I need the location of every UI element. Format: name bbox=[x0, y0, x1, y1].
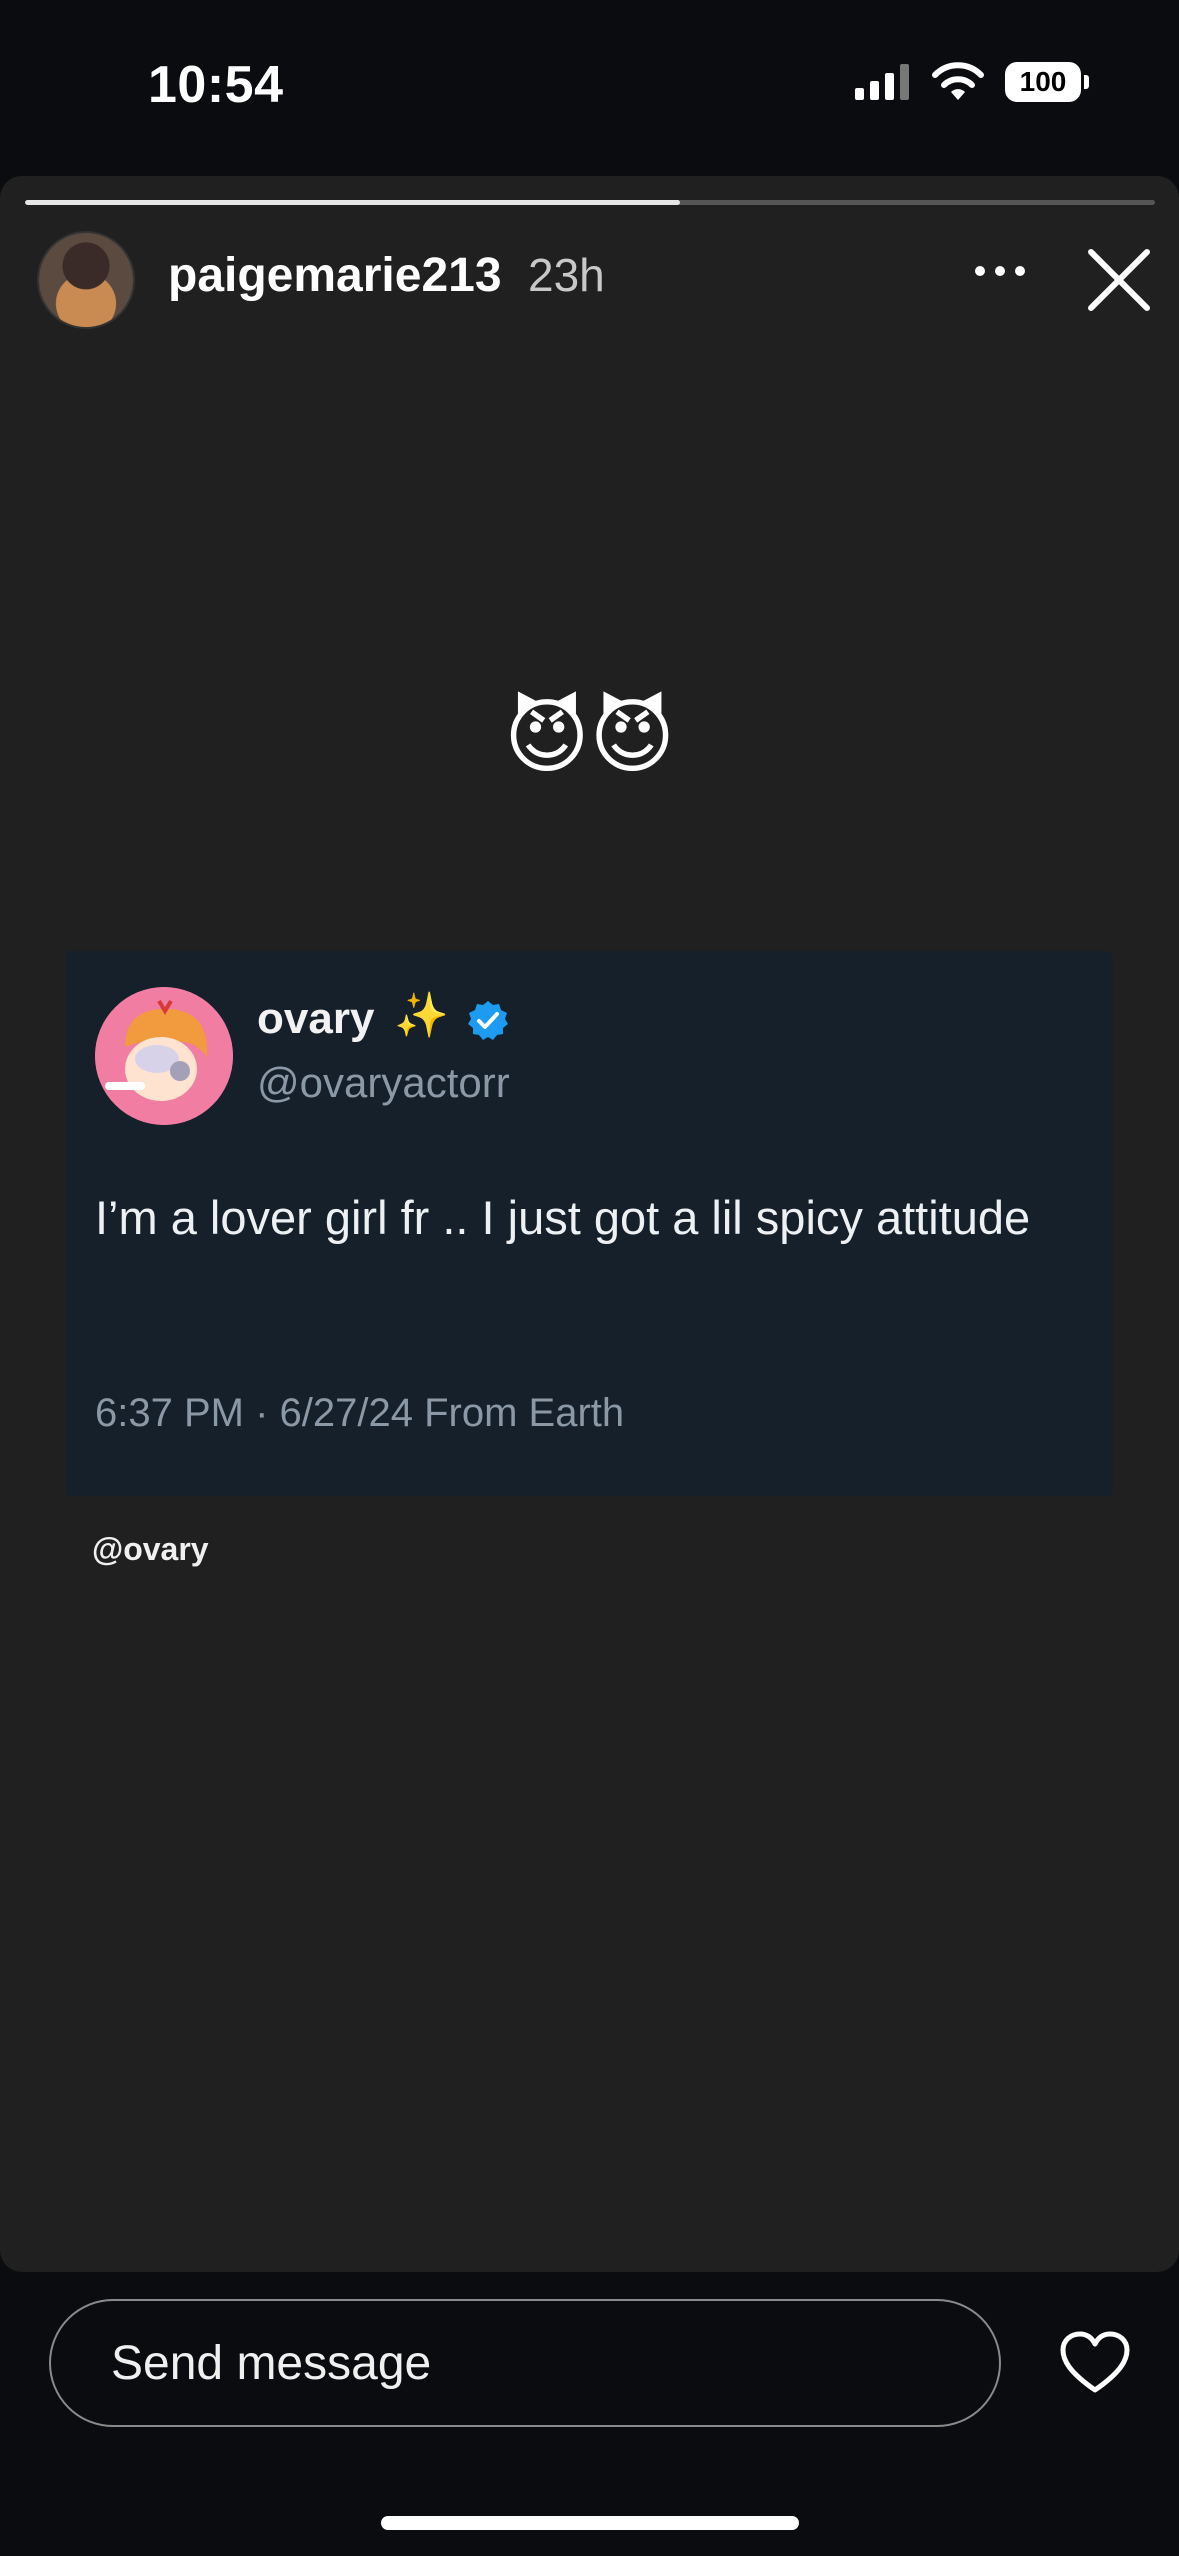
tweet-display-name: ovary bbox=[257, 994, 375, 1043]
tweet-text: I’m a lover girl fr .. I just got a lil … bbox=[95, 1191, 1031, 1244]
status-bar: 10:54 100 bbox=[0, 0, 1179, 175]
wifi-icon bbox=[932, 62, 984, 100]
status-time: 10:54 bbox=[148, 56, 284, 114]
sparkles-emoji: ✨ bbox=[394, 991, 449, 1040]
home-indicator[interactable] bbox=[381, 2516, 799, 2530]
cartoon-avatar-icon bbox=[95, 987, 233, 1125]
story-time-ago: 23h bbox=[528, 249, 605, 301]
send-message-input[interactable]: Send message bbox=[49, 2299, 1001, 2427]
story-progress-bar bbox=[25, 200, 1155, 205]
tweet-avatar bbox=[95, 987, 233, 1125]
status-icons: 100 bbox=[855, 62, 1089, 102]
close-icon[interactable] bbox=[1085, 246, 1153, 314]
story-progress-fill bbox=[25, 200, 681, 205]
story-emoji-sticker: 😈😈 bbox=[504, 692, 675, 783]
tweet-handle: @ovaryactorr bbox=[257, 1059, 510, 1106]
story-username[interactable]: paigemarie213 bbox=[168, 248, 502, 303]
user-avatar[interactable] bbox=[37, 231, 135, 329]
heart-icon[interactable] bbox=[1059, 2330, 1131, 2394]
more-options-icon[interactable] bbox=[970, 261, 1030, 281]
battery-icon: 100 bbox=[1005, 62, 1089, 102]
mention-sticker[interactable]: @ovary bbox=[92, 1531, 209, 1568]
tweet-card: ovary ✨ @ovaryactorr I’m a lover girl fr… bbox=[66, 951, 1113, 1496]
cellular-signal-icon bbox=[855, 64, 909, 100]
verified-badge-icon bbox=[468, 1001, 508, 1040]
tweet-timestamp: 6:37 PM · 6/27/24 From Earth bbox=[95, 1391, 625, 1435]
send-message-placeholder: Send message bbox=[111, 2336, 432, 2390]
story-viewer[interactable]: paigemarie213 23h 😈😈 ovary ✨ @ovaryactor… bbox=[0, 176, 1179, 2272]
